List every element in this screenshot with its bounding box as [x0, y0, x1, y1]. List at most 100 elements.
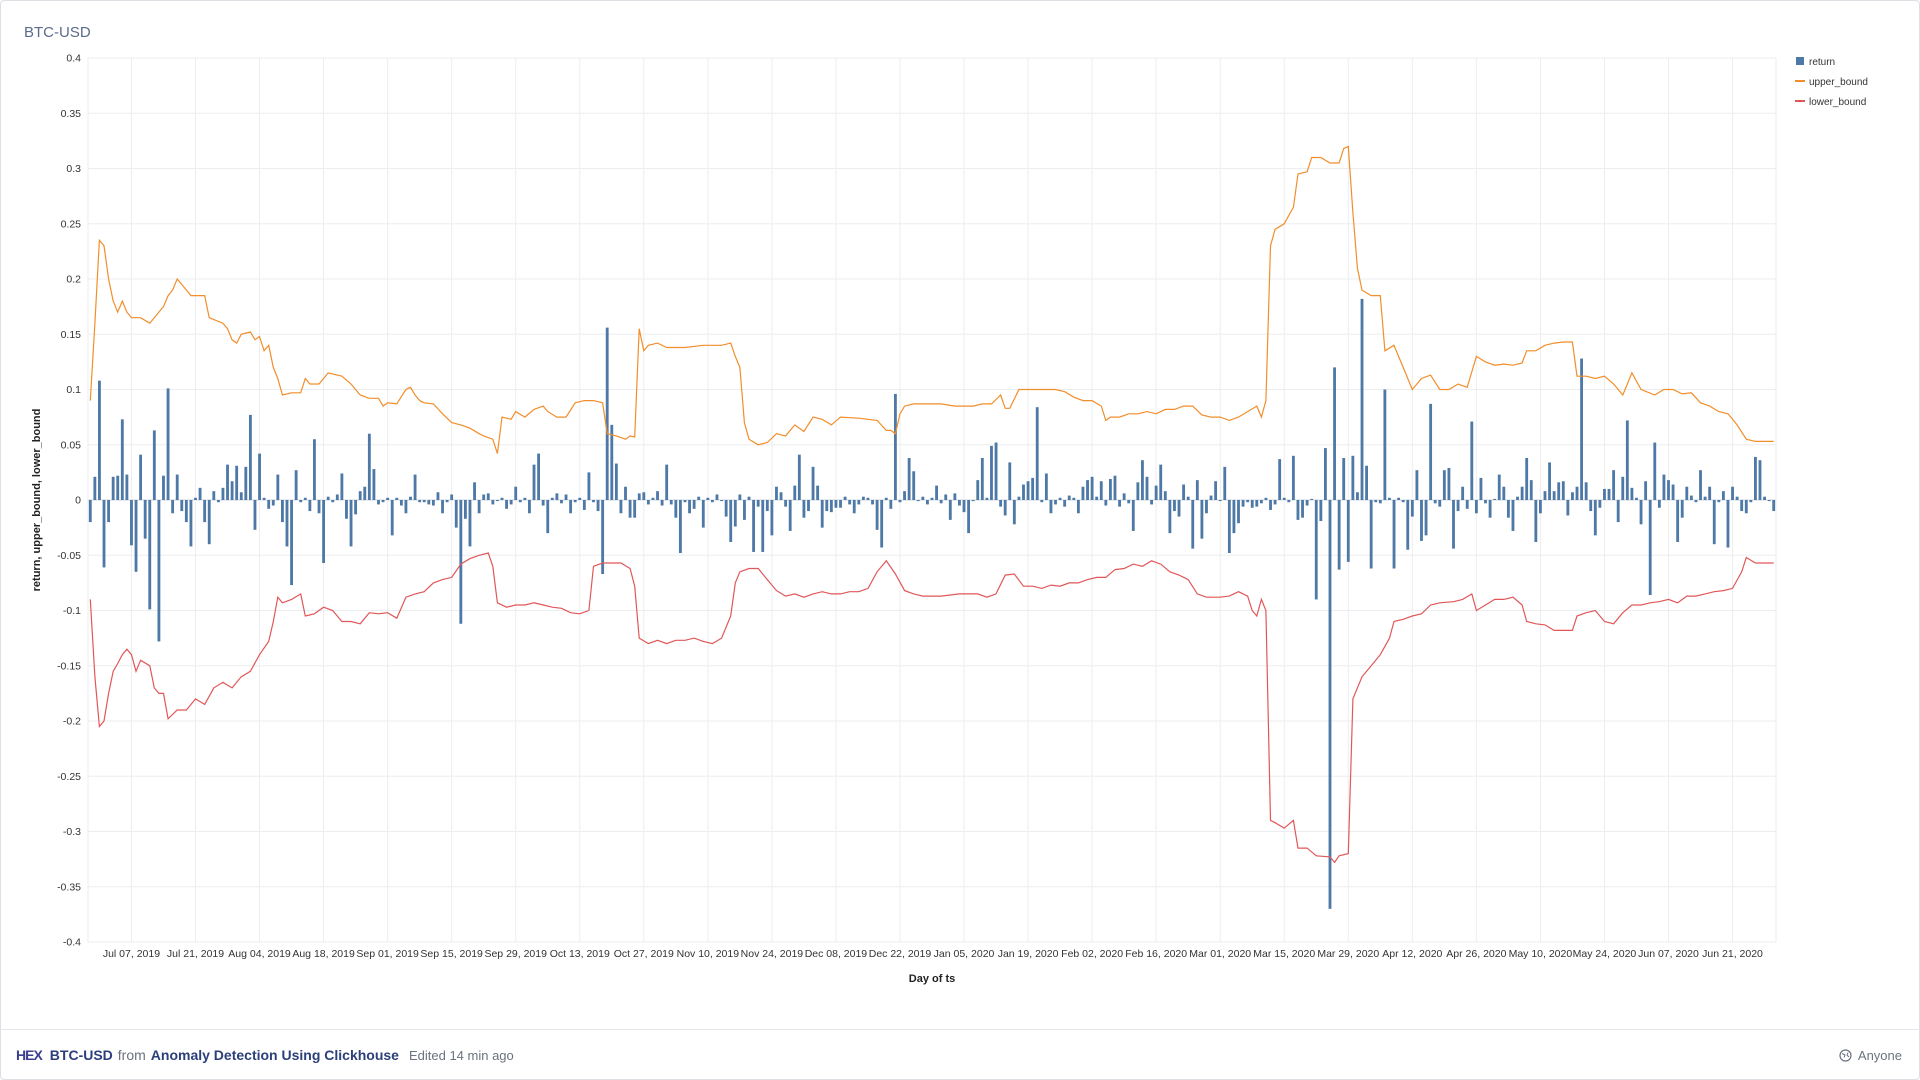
return-bar: [756, 500, 760, 507]
return-bar: [463, 500, 467, 519]
return-bar: [1127, 500, 1131, 504]
return-bar: [857, 500, 861, 505]
return-bar: [893, 393, 897, 500]
x-tick-label: Sep 29, 2019: [484, 948, 547, 960]
return-bar: [1259, 500, 1263, 504]
return-bar: [1511, 500, 1515, 531]
return-bar: [903, 491, 906, 500]
return-bar: [509, 500, 513, 505]
return-bar: [1593, 500, 1597, 536]
return-bar: [1383, 389, 1387, 500]
return-bar: [1612, 470, 1616, 500]
return-bar: [1616, 500, 1620, 523]
return-bar: [678, 500, 682, 554]
return-bar: [688, 500, 691, 514]
legend[interactable]: return upper_bound lower_bound: [1795, 57, 1868, 108]
return-bar: [1424, 500, 1428, 536]
return-bar: [1653, 442, 1657, 500]
return-bar: [1442, 470, 1446, 500]
return-bar: [290, 500, 293, 586]
return-bar: [550, 497, 554, 500]
return-bar: [765, 500, 769, 512]
return-bar: [793, 485, 797, 500]
return-bar: [1740, 500, 1744, 512]
return-bar: [139, 454, 143, 500]
return-bar: [88, 500, 92, 523]
return-bar: [1584, 482, 1588, 500]
footer-from: from: [117, 1047, 146, 1063]
return-bar: [1763, 496, 1766, 500]
x-tick-label: Aug 18, 2019: [292, 948, 355, 960]
return-bar: [935, 485, 938, 500]
return-bar: [1118, 500, 1121, 507]
return-bar: [537, 453, 541, 500]
return-bar: [578, 497, 582, 500]
return-bar: [752, 500, 756, 552]
return-bar: [1163, 491, 1167, 500]
return-bar: [1410, 500, 1414, 517]
y-tick-label: 0: [75, 495, 81, 507]
legend-item-upper-bound[interactable]: upper_bound: [1795, 77, 1868, 88]
return-bar: [1218, 500, 1222, 502]
return-bar: [747, 496, 751, 500]
return-bar: [1346, 500, 1350, 562]
project-link[interactable]: Anomaly Detection Using Clickhouse: [151, 1047, 399, 1063]
return-bar: [1703, 496, 1707, 500]
return-bar: [1214, 481, 1218, 500]
return-bar: [1182, 484, 1186, 500]
return-bar: [1397, 497, 1401, 500]
return-bar: [829, 500, 833, 513]
return-bar: [1337, 500, 1341, 570]
return-bar: [1273, 500, 1277, 505]
legend-item-lower-bound[interactable]: lower_bound: [1795, 97, 1866, 108]
return-bar: [184, 500, 188, 523]
return-bar: [143, 500, 147, 539]
return-bar: [582, 500, 586, 510]
return-bar: [916, 500, 920, 502]
return-bar: [884, 497, 888, 500]
legend-item-return[interactable]: return: [1796, 57, 1835, 68]
sharing-status[interactable]: Anyone: [1839, 1048, 1902, 1063]
hex-logo[interactable]: HEX: [16, 1047, 43, 1063]
return-bar: [930, 497, 934, 500]
return-bar: [1662, 474, 1666, 500]
return-bar: [775, 486, 778, 500]
x-tick-label: Dec 22, 2019: [869, 948, 932, 960]
return-bar: [1589, 500, 1593, 512]
return-bar: [216, 500, 220, 503]
return-bar: [335, 494, 339, 500]
return-bar: [212, 491, 216, 500]
return-bar: [1086, 480, 1089, 500]
y-tick-label: 0.25: [61, 218, 82, 230]
x-tick-label: Jul 21, 2019: [167, 948, 224, 960]
return-bar: [976, 480, 980, 500]
return-bar: [990, 445, 993, 500]
return-bar: [1195, 480, 1199, 500]
footer: HEX BTC-USD from Anomaly Detection Using…: [0, 1029, 1920, 1080]
return-bar: [1452, 500, 1455, 549]
return-bar: [500, 497, 504, 500]
return-bar: [1250, 500, 1254, 508]
return-bar: [1388, 497, 1391, 500]
return-bar: [637, 493, 641, 500]
return-bar: [1571, 492, 1574, 500]
return-bar: [363, 486, 367, 500]
return-bar: [523, 497, 527, 500]
return-bar: [299, 500, 303, 503]
return-bar: [962, 500, 966, 513]
return-bar: [656, 491, 659, 500]
return-bar: [180, 500, 184, 512]
return-bar: [514, 486, 518, 500]
footer-cell-title[interactable]: BTC-USD: [50, 1047, 113, 1063]
return-bar: [948, 500, 952, 520]
return-bar: [907, 458, 911, 500]
return-bar: [1177, 500, 1181, 517]
return-bar: [130, 500, 133, 546]
return-bar: [848, 500, 852, 505]
return-bar: [1072, 497, 1076, 500]
return-bar: [431, 500, 435, 506]
return-bar: [308, 500, 312, 512]
return-bar: [1168, 500, 1172, 534]
return-bar: [811, 466, 815, 500]
return-bar: [459, 500, 463, 624]
